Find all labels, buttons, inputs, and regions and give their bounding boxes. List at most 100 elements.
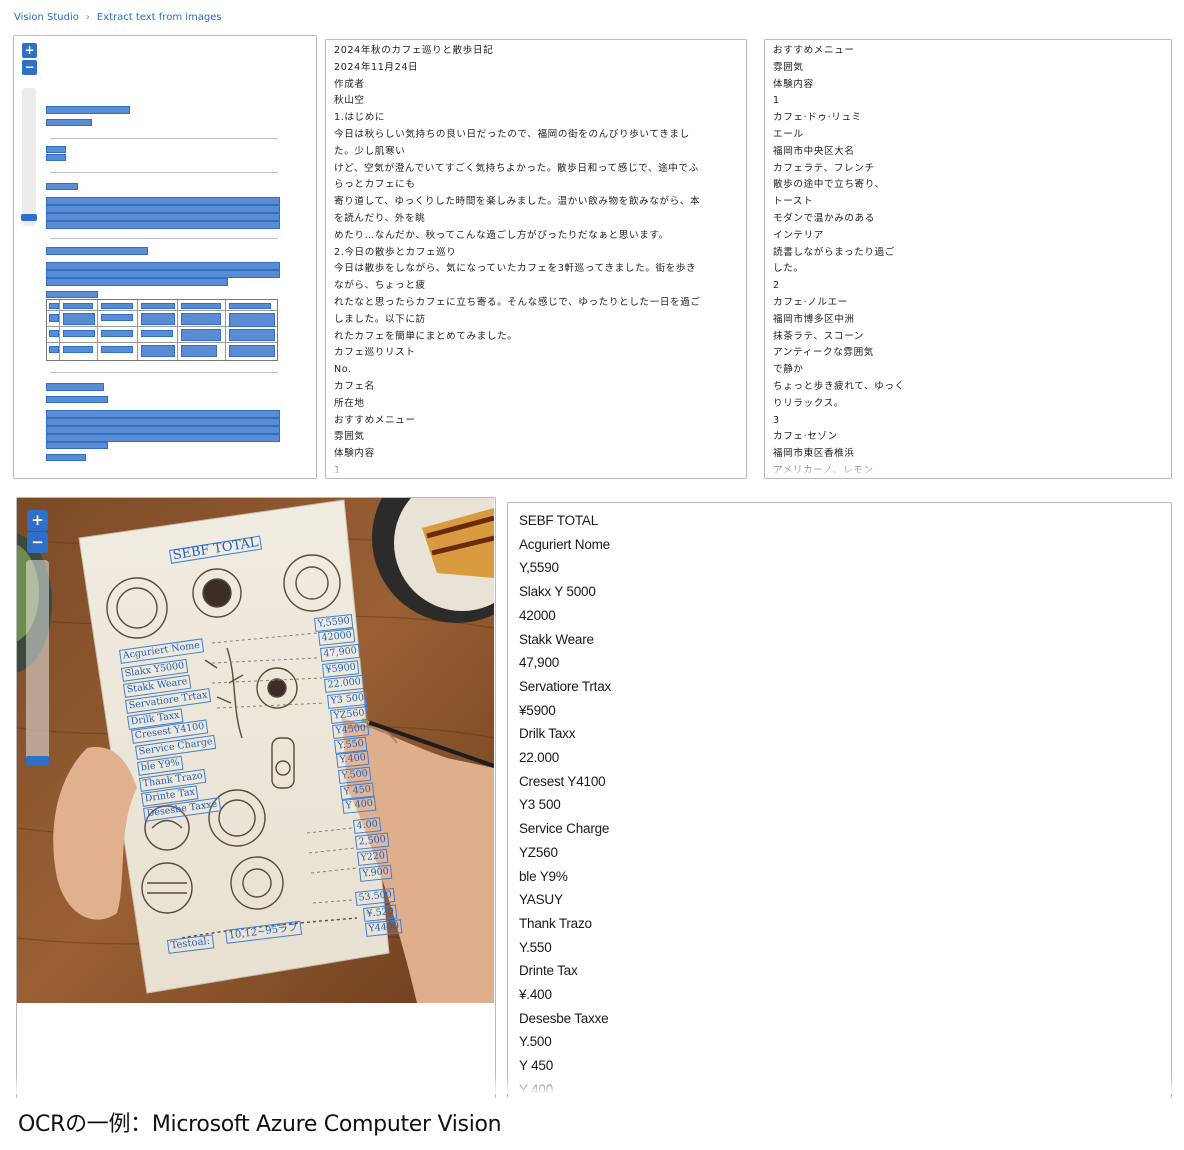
ocr-bounding-box[interactable] [46, 278, 228, 286]
ocr-bounding-box[interactable] [181, 329, 221, 341]
ocr-bounding-box[interactable] [46, 119, 92, 126]
ocr-bounding-box[interactable] [49, 346, 59, 353]
ocr-text-line: 秋山空 [334, 95, 365, 107]
ocr-bounding-box[interactable] [63, 303, 93, 309]
ocr-text-line: 読書しながらまったり過ご [773, 246, 895, 258]
ocr-bounding-box[interactable] [46, 205, 280, 213]
document-page-thumbnail [44, 96, 306, 478]
ocr-text-line: おすすめメニュー [334, 414, 416, 426]
ocr-text-line: Desesbe Taxxe [519, 1010, 609, 1026]
zoom-out-button[interactable]: − [27, 532, 48, 553]
ocr-bounding-box[interactable] [181, 313, 221, 325]
ocr-text-line: 1 [773, 95, 780, 107]
ocr-bounding-box[interactable] [229, 345, 275, 357]
ocr-text-line: 福岡市博多区中洲 [773, 313, 855, 325]
ocr-bounding-box[interactable] [46, 221, 280, 229]
ocr-text-list: SEBF TOTAL Acguriert Nome Y,5590 Slakx Y 50… [519, 509, 611, 1098]
ocr-text-line: で静か [773, 364, 804, 376]
ocr-bounding-box[interactable] [46, 410, 280, 418]
ocr-text-line: カフェ·ノルエー [773, 296, 849, 308]
ocr-text-line: No. [334, 364, 352, 376]
ocr-bounding-box[interactable] [46, 247, 148, 255]
ocr-bounding-box[interactable] [46, 146, 66, 153]
ocr-result-panel-document: 2024年秋のカフェ巡りと散歩日記 2024年11月24日 作成者 秋山空 1.はじめに… [325, 39, 747, 479]
ocr-bounding-box[interactable] [46, 454, 86, 461]
ocr-bounding-box[interactable] [46, 383, 104, 391]
ocr-text-line: ¥.400 [519, 987, 552, 1003]
ocr-text-line: しました。以下に訪 [334, 313, 426, 325]
ocr-text-line: りリラックス。 [773, 397, 845, 409]
breadcrumb-current[interactable]: Extract text from images [97, 12, 222, 23]
ocr-text-line: を読んだり、外を眺 [334, 212, 426, 224]
ocr-bounding-box[interactable]: 4.00 [353, 817, 382, 834]
zoom-in-button[interactable]: + [22, 43, 37, 58]
ocr-bounding-box[interactable] [46, 154, 66, 161]
ocr-text-line: カフェ巡りリスト [334, 347, 416, 359]
ocr-bounding-box[interactable] [229, 313, 275, 327]
breadcrumb-home-link[interactable]: Vision Studio [14, 12, 79, 23]
ocr-bounding-box[interactable] [46, 197, 280, 205]
ocr-text-line: アンティークな雰囲気 [773, 347, 874, 359]
ocr-bounding-box[interactable] [46, 262, 280, 270]
ocr-bounding-box[interactable] [101, 303, 133, 309]
ocr-bounding-box[interactable] [49, 303, 59, 309]
ocr-text-line: モダンで温かみのある [773, 212, 875, 224]
ocr-bounding-box[interactable] [101, 346, 133, 353]
ocr-bounding-box[interactable] [46, 270, 280, 278]
zoom-slider-thumb[interactable] [26, 756, 49, 766]
ocr-bounding-box[interactable] [46, 213, 280, 221]
ocr-bounding-box[interactable] [101, 314, 133, 321]
ocr-text-line: た。少し肌寒い [334, 145, 406, 157]
ocr-bounding-box[interactable] [46, 442, 108, 449]
ocr-bounding-box[interactable] [141, 345, 175, 357]
zoom-in-button[interactable]: + [27, 510, 48, 531]
ocr-bounding-box[interactable] [63, 330, 95, 337]
zoom-out-button[interactable]: − [22, 60, 37, 75]
ocr-text-line: けど、空気が澄んでいてすごく気持ちよかった。散歩日和って感じで、途中でふ [334, 162, 699, 174]
ocr-bounding-box[interactable] [49, 314, 59, 322]
ocr-bounding-box[interactable] [46, 434, 280, 442]
ocr-text-line: Thank Trazo [519, 915, 592, 931]
ocr-text-line: Y.550 [519, 939, 552, 955]
ocr-text-line: れたカフェを簡単にまとめてみました。 [334, 330, 518, 342]
ocr-text-line: 2024年秋のカフェ巡りと散歩日記 [334, 45, 494, 56]
zoom-slider-track[interactable] [26, 560, 49, 760]
ocr-bounding-box[interactable] [141, 313, 175, 325]
ocr-text-line: Acguriert Nome [519, 536, 610, 552]
ocr-bounding-box[interactable] [46, 396, 108, 403]
ocr-bounding-box[interactable] [229, 303, 271, 309]
ocr-bounding-box[interactable] [46, 106, 130, 114]
ocr-text-line: 今日は秋らしい気持ちの良い日だったので、福岡の街をのんびり歩いてきまし [334, 128, 690, 140]
ocr-bounding-box[interactable] [181, 303, 221, 309]
ocr-text-line: カフェ名 [334, 380, 375, 392]
ocr-text-line: 寄り道して、ゆっくりした時間を楽しみました。温かい飲み物を飲みながら、本 [334, 196, 701, 208]
zoom-slider-track[interactable] [22, 88, 36, 226]
ocr-bounding-box[interactable] [49, 330, 59, 337]
ocr-text-line: 雰囲気 [334, 431, 365, 443]
breadcrumb: Vision Studio › Extract text from images [14, 12, 222, 23]
ocr-text-line: ble Y9% [519, 868, 568, 884]
ocr-text-line: Cresest Y4100 [519, 773, 606, 789]
ocr-text-line: Servatiore Trtax [519, 678, 612, 694]
ocr-text-line: 2 [773, 280, 780, 292]
chevron-right-icon: › [85, 12, 90, 23]
ocr-bounding-box[interactable] [101, 330, 133, 337]
ocr-bounding-box[interactable] [46, 418, 280, 426]
ocr-bounding-box[interactable] [141, 303, 175, 309]
ocr-text-line: 1.はじめに [334, 112, 386, 124]
ocr-bounding-box[interactable] [63, 313, 95, 325]
ocr-bounding-box[interactable] [141, 330, 173, 337]
ocr-bounding-box[interactable] [46, 183, 78, 190]
ocr-bounding-box[interactable] [229, 329, 275, 341]
zoom-slider-thumb[interactable] [21, 214, 37, 221]
ocr-bounding-box[interactable] [181, 345, 217, 357]
ocr-text-list: おすすめメニュー 雰囲気 体験内容 1 カフェ·ドゥ·リュミ エール 福岡市中央区大名 カフェ… [773, 43, 905, 478]
ocr-bounding-box[interactable] [46, 426, 280, 434]
ocr-text-line: Drinte Tax [519, 963, 578, 979]
figure-caption: OCRの一例：Microsoft Azure Computer Vision [18, 1112, 502, 1137]
ocr-text-line: 47,900 [519, 655, 560, 671]
ocr-bounding-box[interactable] [46, 291, 98, 298]
ocr-bounding-box[interactable] [63, 346, 93, 353]
ocr-text-line: 3 [773, 414, 780, 426]
ocr-text-line: インテリア [773, 229, 824, 241]
